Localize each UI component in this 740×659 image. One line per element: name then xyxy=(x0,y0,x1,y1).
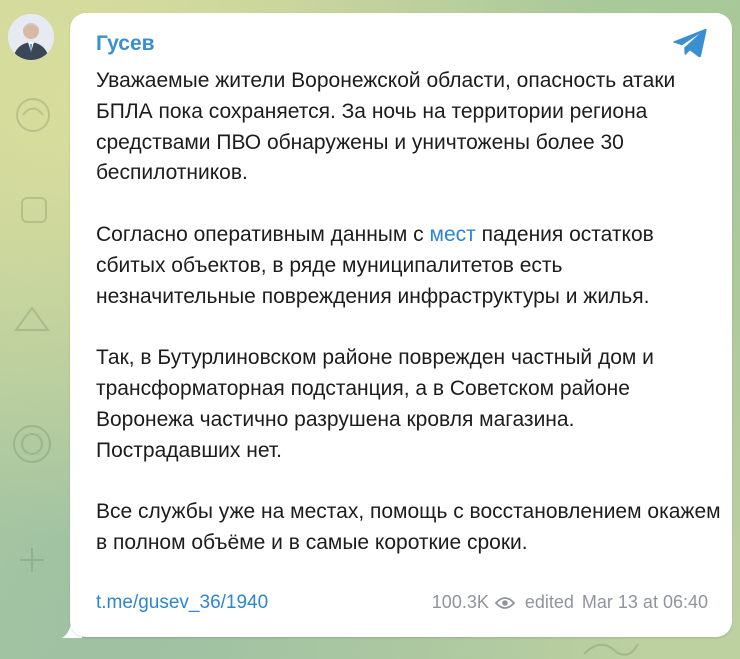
eye-icon xyxy=(494,596,515,609)
view-count: 100.3K xyxy=(431,592,489,612)
message-text: Уважаемые жители Воронежской области, оп… xyxy=(96,66,722,559)
message-meta: 100.3K edited Mar 13 at 06:40 xyxy=(432,592,708,613)
message-paragraph: Уважаемые жители Воронежской области, оп… xyxy=(96,69,676,185)
wallpaper-doodle-icon xyxy=(583,643,639,656)
post-link[interactable]: t.me/gusev_36/1940 xyxy=(96,592,268,614)
message-paragraph: Так, в Бутурлиновском районе поврежден ч… xyxy=(96,346,654,462)
wallpaper-doodle-icon xyxy=(16,98,50,132)
edited-label: edited xyxy=(524,592,574,612)
message-paragraph: Согласно оперативным данным с мест паден… xyxy=(96,220,722,312)
channel-author-name[interactable]: Гусев xyxy=(96,32,155,56)
inline-link[interactable]: мест xyxy=(430,223,476,246)
avatar[interactable] xyxy=(8,14,54,60)
wallpaper-doodle-icon xyxy=(20,548,44,572)
message-text-span: Согласно оперативным данным с xyxy=(96,222,430,246)
message-paragraph: Все службы уже на местах, помощь с восст… xyxy=(96,500,721,554)
avatar-photo-icon xyxy=(8,14,54,60)
message-timestamp: Mar 13 at 06:40 xyxy=(581,592,708,612)
telegram-plane-icon[interactable] xyxy=(672,27,708,59)
wallpaper-doodle-icon xyxy=(13,425,51,463)
wallpaper-doodle-icon xyxy=(21,197,47,223)
wallpaper-doodle-icon xyxy=(14,306,50,331)
